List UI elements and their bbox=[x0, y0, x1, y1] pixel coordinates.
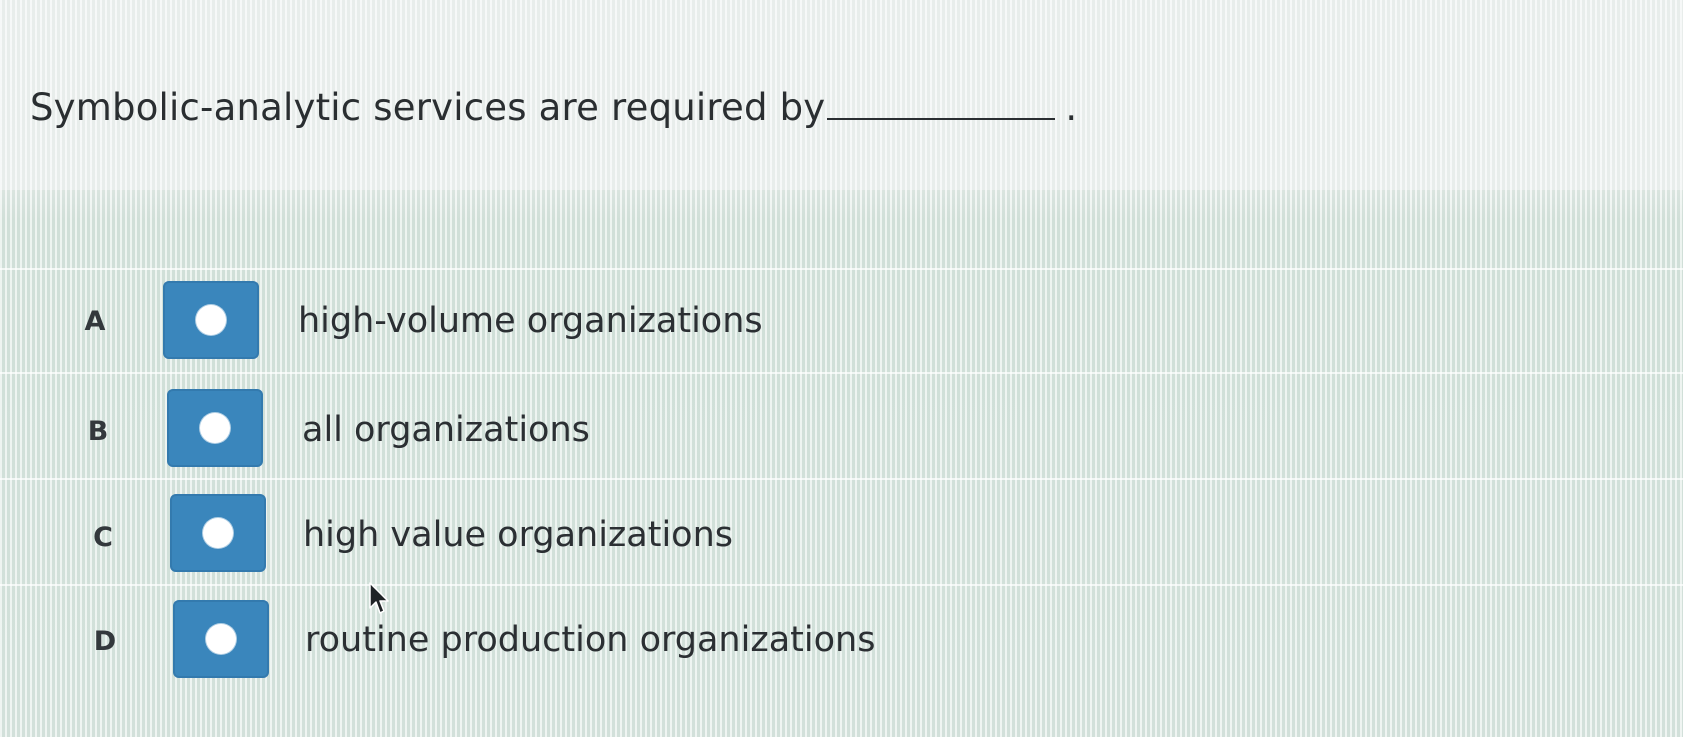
option-b-radio[interactable] bbox=[167, 389, 263, 467]
option-c-letter: C bbox=[93, 522, 113, 553]
option-d-letter: D bbox=[93, 626, 117, 657]
option-a-text[interactable]: high-volume organizations bbox=[298, 301, 763, 341]
row-divider bbox=[0, 478, 1683, 480]
option-a-radio[interactable] bbox=[163, 281, 259, 359]
row-divider bbox=[0, 372, 1683, 374]
question-period: . bbox=[1065, 86, 1078, 129]
radio-dot-icon bbox=[200, 413, 230, 443]
option-b-letter: B bbox=[87, 416, 109, 447]
option-a-letter: A bbox=[84, 306, 106, 337]
answer-blank bbox=[827, 88, 1056, 120]
question-text: Symbolic-analytic services are required … bbox=[30, 86, 1077, 129]
option-c-radio[interactable] bbox=[170, 494, 266, 572]
radio-dot-icon bbox=[206, 624, 236, 654]
row-divider bbox=[0, 584, 1683, 586]
option-d-radio[interactable] bbox=[173, 600, 269, 678]
question-stem: Symbolic-analytic services are required … bbox=[30, 86, 826, 129]
row-divider bbox=[0, 268, 1683, 270]
option-d-text[interactable]: routine production organizations bbox=[305, 620, 875, 660]
radio-dot-icon bbox=[196, 305, 226, 335]
radio-dot-icon bbox=[203, 518, 233, 548]
option-c-text[interactable]: high value organizations bbox=[303, 515, 733, 555]
mouse-pointer-icon bbox=[369, 582, 389, 614]
option-b-text[interactable]: all organizations bbox=[302, 410, 590, 450]
